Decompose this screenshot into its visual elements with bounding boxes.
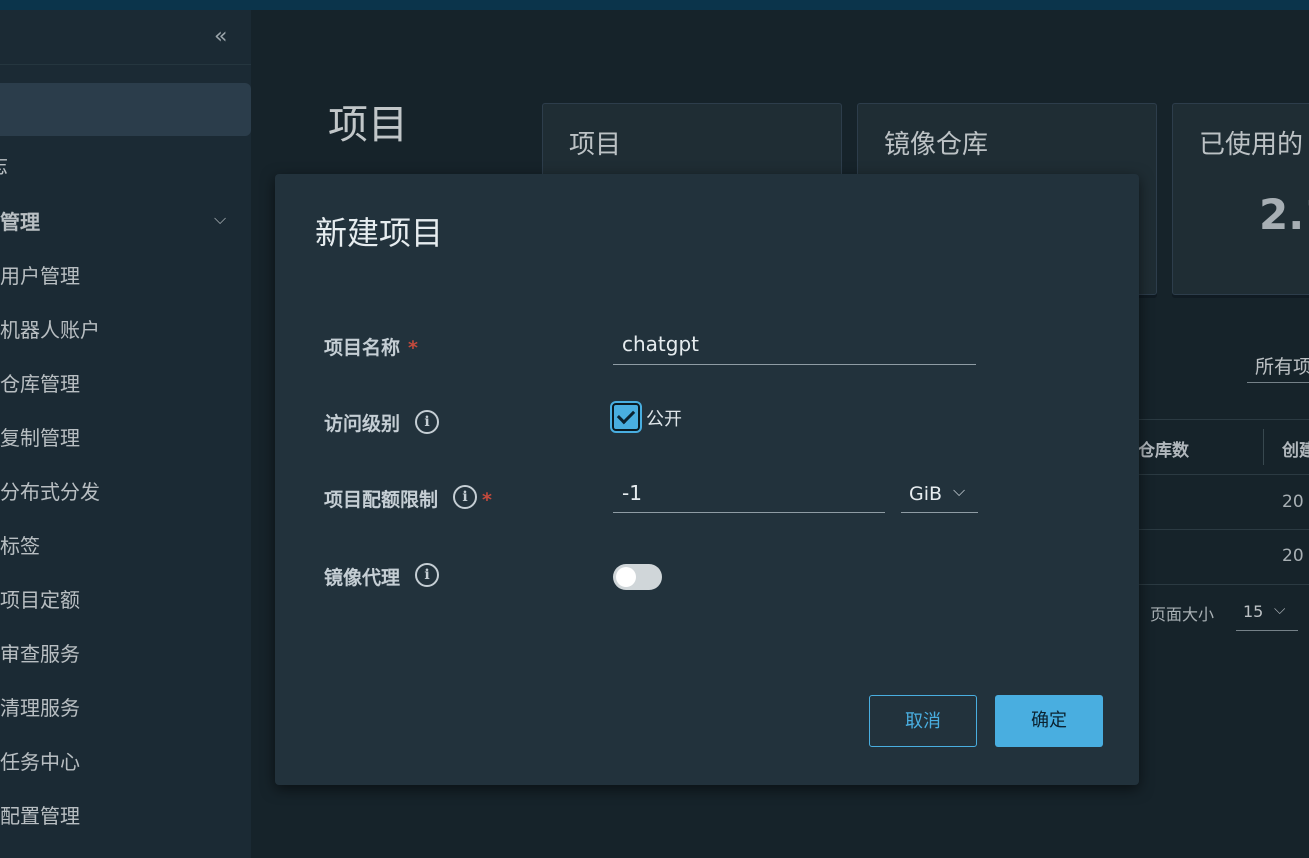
new-project-dialog: 新建项目 项目名称* chatgpt 访问级别 公开 项目配额限制* -1 Gi…	[275, 174, 1139, 785]
project-name-value: chatgpt	[622, 332, 700, 356]
access-level-label: 访问级别	[324, 413, 401, 435]
chevron-down-icon: ⌵	[953, 481, 966, 500]
quota-unit-select[interactable]: GiB ⌵	[901, 475, 978, 513]
project-name-input[interactable]: chatgpt	[613, 326, 976, 365]
info-icon[interactable]	[415, 563, 439, 587]
proxy-cache-label: 镜像代理	[324, 567, 401, 589]
ok-button[interactable]: 确定	[995, 695, 1103, 747]
toggle-knob	[616, 567, 636, 587]
cancel-button[interactable]: 取消	[869, 695, 977, 747]
quota-unit-value: GiB	[909, 483, 943, 505]
required-mark: *	[482, 489, 492, 511]
project-name-label: 项目名称 *	[324, 337, 418, 359]
info-icon[interactable]	[415, 410, 439, 434]
info-icon[interactable]	[453, 485, 477, 509]
required-mark: *	[408, 337, 418, 359]
quota-limit-input[interactable]: -1	[613, 475, 885, 513]
public-checkbox-label[interactable]: 公开	[646, 405, 682, 431]
public-checkbox[interactable]	[612, 403, 640, 431]
quota-limit-value: -1	[622, 481, 642, 505]
proxy-cache-toggle[interactable]	[613, 564, 662, 590]
dialog-title: 新建项目	[315, 214, 444, 252]
